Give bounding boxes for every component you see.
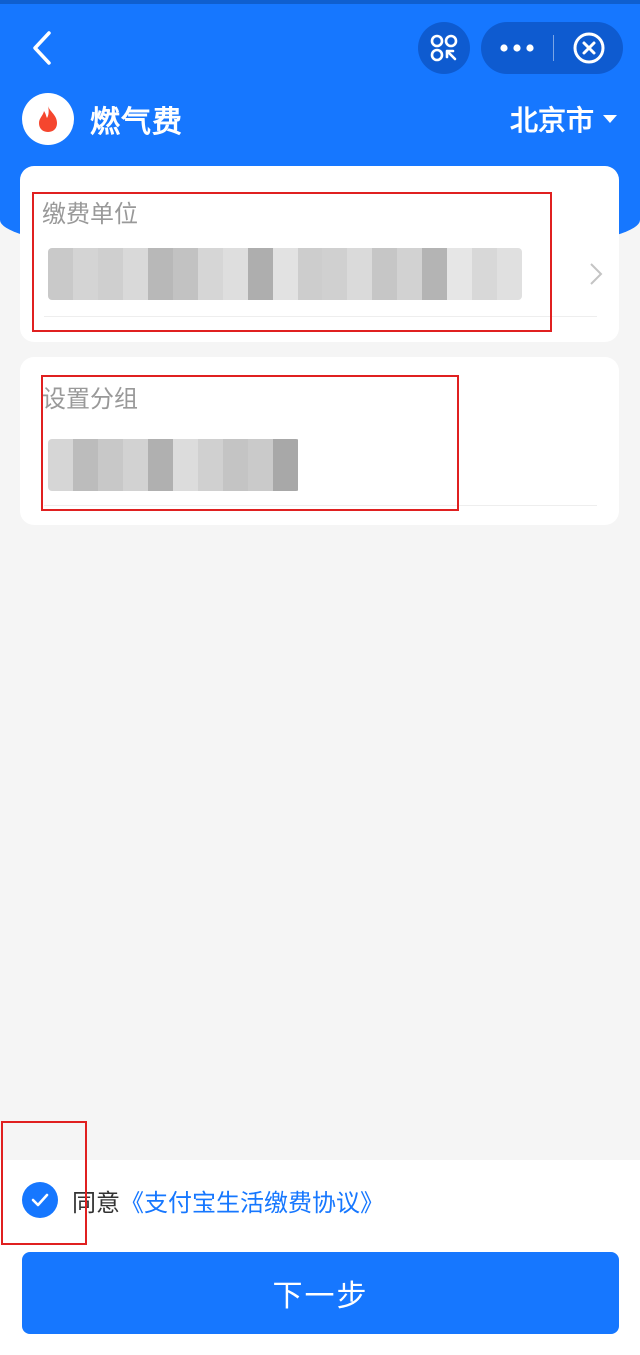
group-card[interactable]: 设置分组 [20, 357, 619, 525]
field-divider [44, 316, 597, 317]
app-logo [22, 93, 74, 145]
back-button[interactable] [22, 28, 62, 68]
field-divider [44, 505, 597, 506]
capsule-divider [552, 35, 554, 61]
more-button[interactable] [499, 43, 535, 53]
group-label: 设置分组 [42, 385, 138, 413]
group-value-redacted [48, 439, 300, 491]
next-step-button[interactable]: 下一步 [22, 1252, 619, 1334]
back-icon [33, 31, 51, 65]
close-icon [573, 32, 604, 64]
capsule-menu [481, 22, 623, 74]
page-title: 燃气费 [90, 105, 183, 140]
flame-icon [39, 106, 57, 132]
city-label: 北京市 [509, 104, 594, 137]
city-selector[interactable]: 北京市 [510, 98, 618, 140]
status-strip [0, 0, 640, 4]
agreement-checkbox[interactable] [22, 1182, 58, 1218]
agreement-prefix: 同意 [72, 1188, 120, 1217]
more-icon [499, 44, 534, 52]
caret-down-icon [603, 115, 617, 123]
mini-program-icon [430, 34, 458, 62]
payment-unit-card[interactable]: 缴费单位 [20, 166, 619, 342]
title-row: 燃气费 [22, 92, 183, 146]
agreement-row: 同意 《支付宝生活缴费协议》 [22, 1180, 384, 1220]
chevron-right-icon [590, 263, 603, 285]
mini-program-button[interactable] [418, 22, 470, 74]
check-icon [31, 1193, 49, 1207]
agreement-link[interactable]: 《支付宝生活缴费协议》 [120, 1183, 384, 1218]
payment-unit-value-redacted [48, 248, 522, 300]
payment-unit-label: 缴费单位 [42, 200, 138, 228]
close-button[interactable] [572, 31, 606, 65]
